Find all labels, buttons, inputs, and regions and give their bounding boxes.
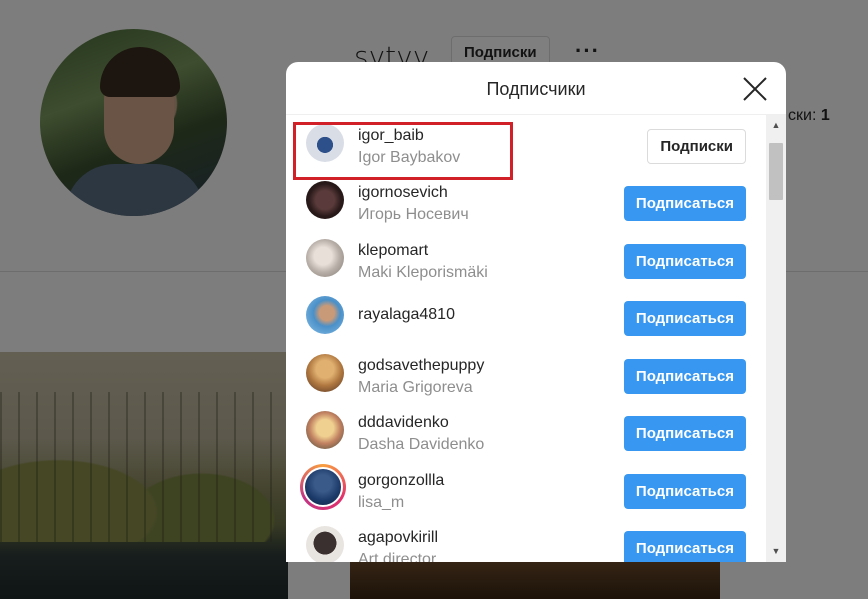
follower-fullname: lisa_m bbox=[358, 494, 405, 511]
follower-username[interactable]: gorgonzollla bbox=[358, 472, 444, 490]
modal-header: Подписчики bbox=[286, 62, 786, 115]
follower-row[interactable]: rayalaga4810 Подписаться bbox=[286, 287, 766, 344]
close-icon[interactable] bbox=[742, 76, 768, 102]
follow-button[interactable]: Подписаться bbox=[623, 531, 746, 562]
follower-username[interactable]: agapovkirill bbox=[358, 529, 438, 547]
follower-row[interactable]: godsavethepuppy Maria Grigoreva Подписатьс… bbox=[286, 345, 766, 402]
scrollbar[interactable]: ▲ ▼ bbox=[766, 115, 786, 562]
scroll-thumb[interactable] bbox=[769, 143, 783, 200]
follower-username[interactable]: klepomart bbox=[358, 242, 428, 260]
follower-fullname: Игорь Носевич bbox=[358, 206, 469, 223]
follower-username[interactable]: igornosevich bbox=[358, 184, 448, 202]
follower-fullname: Art director bbox=[358, 551, 437, 562]
follower-row[interactable]: gorgonzollla lisa_m Подписаться bbox=[286, 460, 766, 517]
follower-username[interactable]: dddavidenko bbox=[358, 414, 449, 432]
follower-fullname: Dasha Davidenko bbox=[358, 436, 485, 453]
followers-modal: Подписчики igor_baib Igor Baybakov Подписк… bbox=[286, 62, 786, 562]
scroll-up-arrow-icon[interactable]: ▲ bbox=[766, 117, 786, 134]
follow-button[interactable]: Подписаться bbox=[623, 474, 746, 509]
follower-fullname: Maki Kleporismäki bbox=[358, 264, 488, 281]
follower-avatar[interactable] bbox=[306, 526, 344, 562]
highlight-box bbox=[293, 122, 513, 180]
follower-fullname: Maria Grigoreva bbox=[358, 379, 473, 396]
follow-button[interactable]: Подписаться bbox=[623, 244, 746, 279]
follower-row[interactable]: dddavidenko Dasha Davidenko Подписаться bbox=[286, 402, 766, 459]
scroll-down-arrow-icon[interactable]: ▼ bbox=[766, 543, 786, 560]
follower-row[interactable]: agapovkirill Art director Подписаться bbox=[286, 517, 766, 562]
modal-title: Подписчики bbox=[486, 79, 586, 99]
follower-avatar[interactable] bbox=[306, 296, 344, 334]
avatar-image bbox=[303, 467, 343, 507]
follower-avatar[interactable] bbox=[306, 354, 344, 392]
follow-button[interactable]: Подписаться bbox=[623, 301, 746, 336]
follow-button[interactable]: Подписаться bbox=[623, 416, 746, 451]
follow-button[interactable]: Подписаться bbox=[623, 359, 746, 394]
follower-avatar[interactable] bbox=[306, 411, 344, 449]
follower-avatar[interactable] bbox=[300, 464, 346, 510]
follower-avatar[interactable] bbox=[306, 181, 344, 219]
followers-list[interactable]: igor_baib Igor Baybakov Подписки igornosevi… bbox=[286, 115, 766, 562]
follower-username[interactable]: rayalaga4810 bbox=[358, 306, 455, 324]
following-button[interactable]: Подписки bbox=[647, 129, 746, 164]
follower-row[interactable]: igornosevich Игорь Носевич Подписаться bbox=[286, 172, 766, 229]
follower-row[interactable]: klepomart Maki Kleporismäki Подписаться bbox=[286, 230, 766, 287]
follower-username[interactable]: godsavethepuppy bbox=[358, 357, 484, 375]
follow-button[interactable]: Подписаться bbox=[623, 186, 746, 221]
follower-avatar[interactable] bbox=[306, 239, 344, 277]
